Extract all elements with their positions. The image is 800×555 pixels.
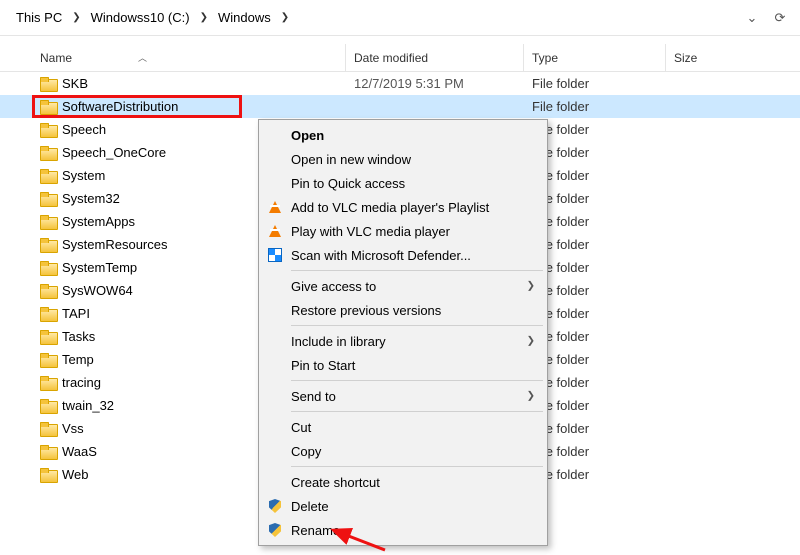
column-name-label: Name [40,51,72,65]
file-name: TAPI [62,306,90,321]
folder-icon [40,100,56,114]
menu-create-shortcut[interactable]: Create shortcut [261,470,545,494]
menu-give-access[interactable]: Give access to ❯ [261,274,545,298]
menu-send-to[interactable]: Send to ❯ [261,384,545,408]
chevron-right-icon[interactable]: ❯ [66,12,86,23]
menu-defender-label: Scan with Microsoft Defender... [291,248,471,263]
column-headers: Name ︿ Date modified Type Size [0,44,800,72]
file-date: 12/7/2019 5:31 PM [346,76,524,91]
menu-include-library-label: Include in library [291,334,386,349]
menu-open[interactable]: Open [261,123,545,147]
file-type: File folder [524,76,666,91]
menu-vlc-add-label: Add to VLC media player's Playlist [291,200,489,215]
menu-give-access-label: Give access to [291,279,376,294]
file-name: Speech_OneCore [62,145,166,160]
file-name: twain_32 [62,398,114,413]
breadcrumb[interactable]: This PC ❯ Windowss10 (C:) ❯ Windows ❯ ⌄ … [0,0,800,36]
folder-icon [40,123,56,137]
folder-icon [40,445,56,459]
column-type[interactable]: Type [524,44,666,71]
folder-icon [40,284,56,298]
file-name: SoftwareDistribution [62,99,178,114]
context-menu: Open Open in new window Pin to Quick acc… [258,119,548,546]
folder-icon [40,146,56,160]
sort-asc-icon: ︿ [138,51,147,64]
folder-icon [40,376,56,390]
file-name: SKB [62,76,88,91]
submenu-arrow-icon: ❯ [527,336,535,347]
column-size[interactable]: Size [666,44,800,71]
menu-rename-label: Rename [291,523,340,538]
folder-icon [40,399,56,413]
menu-delete-label: Delete [291,499,329,514]
submenu-arrow-icon: ❯ [527,391,535,402]
file-name: System [62,168,105,183]
menu-separator [291,325,543,326]
menu-vlc-play-label: Play with VLC media player [291,224,450,239]
menu-restore-versions[interactable]: Restore previous versions [261,298,545,322]
file-type: File folder [524,99,666,114]
submenu-arrow-icon: ❯ [527,281,535,292]
folder-icon [40,353,56,367]
file-name: Temp [62,352,94,367]
folder-icon [40,238,56,252]
menu-send-to-label: Send to [291,389,336,404]
chevron-right-icon[interactable]: ❯ [275,12,295,23]
chevron-right-icon[interactable]: ❯ [194,12,214,23]
menu-separator [291,466,543,467]
file-name: Speech [62,122,106,137]
menu-defender-scan[interactable]: Scan with Microsoft Defender... [261,243,545,267]
menu-separator [291,270,543,271]
folder-icon [40,468,56,482]
file-name: SystemApps [62,214,135,229]
crumb-drive[interactable]: Windowss10 (C:) [87,8,194,27]
vlc-icon [267,223,283,239]
shield-icon [267,498,283,514]
menu-copy[interactable]: Copy [261,439,545,463]
defender-icon [267,247,283,263]
folder-icon [40,77,56,91]
table-row[interactable]: SoftwareDistribution File folder [0,95,800,118]
menu-separator [291,411,543,412]
file-name: SystemResources [62,237,167,252]
folder-icon [40,261,56,275]
menu-open-new-window[interactable]: Open in new window [261,147,545,171]
folder-icon [40,422,56,436]
menu-pin-start[interactable]: Pin to Start [261,353,545,377]
file-list: SKB12/7/2019 5:31 PMFile folderSoftwareD… [0,72,800,486]
folder-icon [40,215,56,229]
menu-cut[interactable]: Cut [261,415,545,439]
crumb-windows[interactable]: Windows [214,8,275,27]
menu-vlc-play[interactable]: Play with VLC media player [261,219,545,243]
history-dropdown-button[interactable]: ⌄ [740,6,764,30]
file-name: WaaS [62,444,97,459]
menu-pin-quick-access[interactable]: Pin to Quick access [261,171,545,195]
table-row[interactable]: SKB 12/7/2019 5:31 PMFile folder [0,72,800,95]
folder-icon [40,330,56,344]
refresh-button[interactable]: ⟳ [768,6,792,30]
column-date[interactable]: Date modified [346,44,524,71]
menu-separator [291,380,543,381]
file-name: tracing [62,375,101,390]
menu-include-library[interactable]: Include in library ❯ [261,329,545,353]
folder-icon [40,192,56,206]
file-name: SystemTemp [62,260,137,275]
crumb-this-pc[interactable]: This PC [12,8,66,27]
folder-icon [40,307,56,321]
folder-icon [40,169,56,183]
file-name: Tasks [62,329,95,344]
file-name: SysWOW64 [62,283,133,298]
file-name: Web [62,467,89,482]
shield-icon [267,522,283,538]
file-name: Vss [62,421,84,436]
vlc-icon [267,199,283,215]
menu-vlc-add[interactable]: Add to VLC media player's Playlist [261,195,545,219]
file-name: System32 [62,191,120,206]
column-name[interactable]: Name ︿ [0,44,346,71]
menu-rename[interactable]: Rename [261,518,545,542]
menu-delete[interactable]: Delete [261,494,545,518]
